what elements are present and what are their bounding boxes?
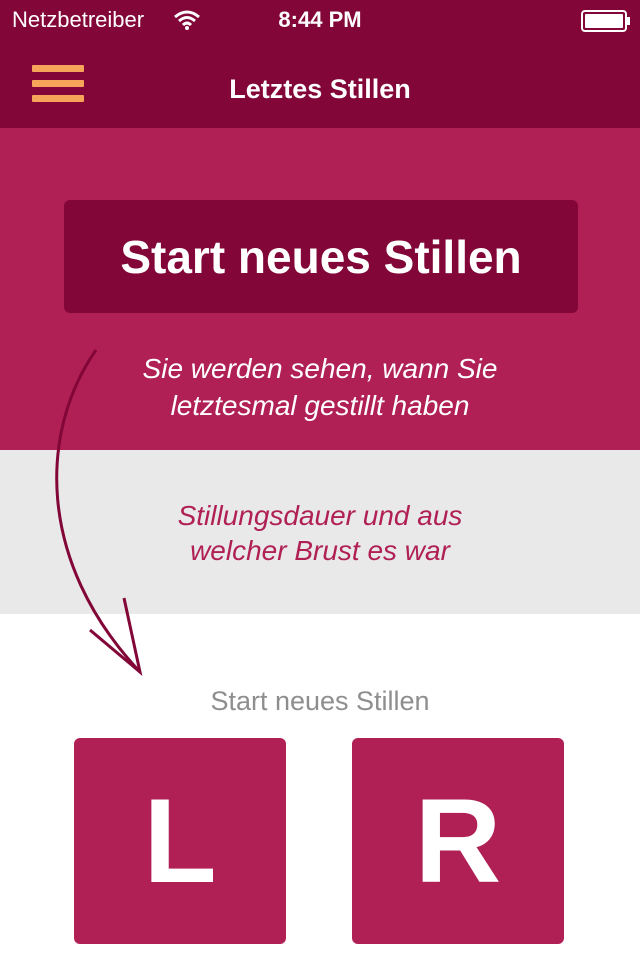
hero-hint-line-2: letztesmal gestillt haben (170, 390, 470, 421)
info-band: Stillungsdauer und aus welcher Brust es … (0, 450, 640, 614)
status-bar: Netzbetreiber 8:44 PM (0, 0, 640, 40)
start-section-title: Start neues Stillen (210, 686, 430, 716)
left-breast-button[interactable]: L (74, 738, 286, 944)
start-feeding-button[interactable]: Start neues Stillen (64, 200, 578, 313)
navigation-bar: Letztes Stillen (0, 40, 640, 128)
info-hint: Stillungsdauer und aus welcher Brust es … (0, 498, 640, 568)
hero-section: Start neues Stillen Sie werden sehen, wa… (0, 128, 640, 450)
status-time: 8:44 PM (278, 7, 362, 32)
hero-hint: Sie werden sehen, wann Sie letztesmal ge… (0, 350, 640, 424)
battery-icon (581, 10, 631, 37)
info-hint-line-1: Stillungsdauer und aus (177, 500, 463, 531)
right-breast-button[interactable]: R (352, 738, 564, 944)
hero-hint-line-1: Sie werden sehen, wann Sie (142, 353, 498, 384)
info-hint-line-2: welcher Brust es war (190, 535, 450, 566)
page-title: Letztes Stillen (229, 74, 411, 104)
